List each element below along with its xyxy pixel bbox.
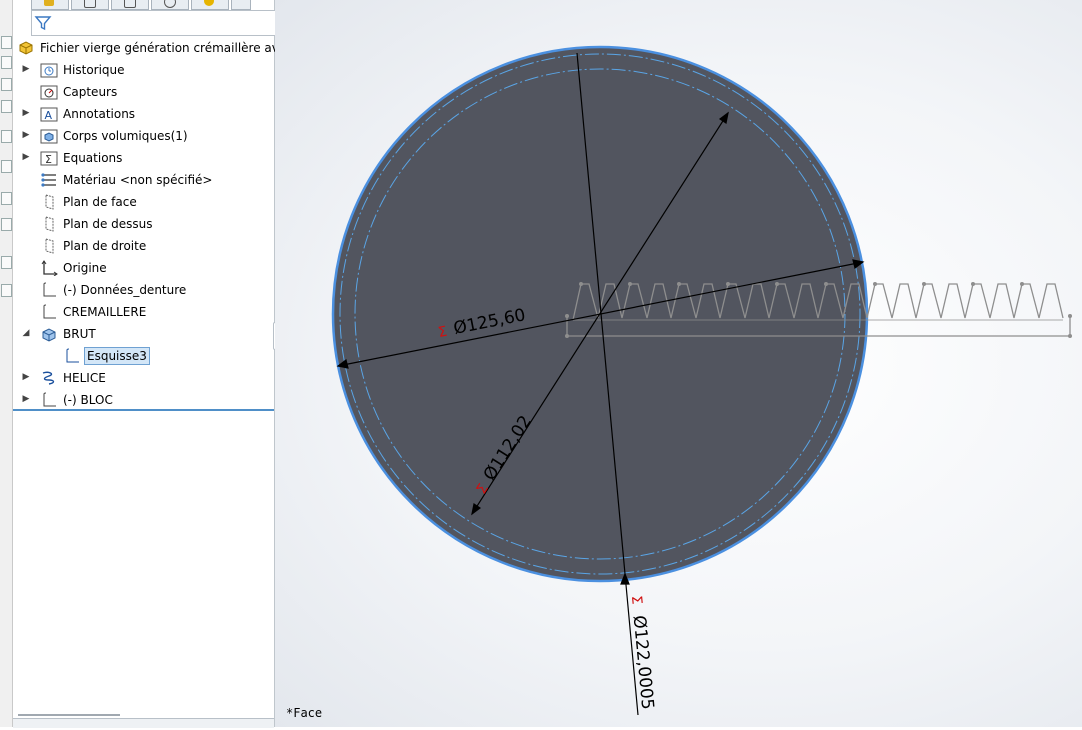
feature-manager-icon	[44, 0, 54, 6]
plane-icon	[45, 194, 54, 210]
svg-text:A: A	[45, 109, 53, 122]
tab-property-manager[interactable]	[71, 0, 109, 10]
plane-icon	[45, 216, 54, 232]
configuration-icon	[124, 0, 136, 8]
expand-arrow-icon[interactable]: ▶	[21, 63, 31, 75]
toolbar-tool-icon[interactable]	[1, 130, 12, 143]
rollback-bar[interactable]	[13, 409, 274, 411]
part-icon	[19, 41, 33, 55]
expand-arrow-icon[interactable]: ▶	[21, 371, 31, 383]
model-view: Σ Ø125,60 Σ Ø112,02 Σ Ø122,0005	[331, 45, 1072, 716]
tree-item-label: Capteurs	[63, 85, 118, 99]
annotation-icon: A	[40, 107, 58, 122]
command-toolbar	[0, 0, 13, 727]
svg-text:Σ: Σ	[45, 153, 52, 166]
sketch-icon	[43, 282, 56, 297]
tree-filter-input[interactable]	[31, 10, 283, 36]
tree-item-bloc[interactable]: ▶ (-) BLOC	[13, 389, 274, 411]
expand-arrow-icon[interactable]: ▶	[21, 393, 31, 405]
tree-item-origine[interactable]: Origine	[13, 257, 274, 279]
tree-item-label: Origine	[63, 261, 107, 275]
equations-icon: Σ	[40, 151, 58, 166]
expand-arrow-icon[interactable]: ▶	[21, 151, 31, 163]
tree-item-label: Matériau <non spécifié>	[63, 173, 213, 187]
tree-item-label: BRUT	[63, 327, 96, 341]
tree-item-label: (-) Données_denture	[63, 283, 187, 297]
tree-root-label: Fichier vierge génération crémaillère av…	[40, 41, 312, 55]
collapse-arrow-icon[interactable]: ◢	[21, 327, 31, 339]
extrude-icon	[42, 328, 56, 342]
tree-item-plan-de-face[interactable]: Plan de face	[13, 191, 274, 213]
tree-item-label: CREMAILLERE	[63, 305, 147, 319]
property-manager-icon	[84, 0, 96, 8]
tree-item-label: Plan de face	[63, 195, 137, 209]
expand-arrow-icon[interactable]: ▶	[21, 107, 31, 119]
toolbar-tool-icon[interactable]	[1, 56, 12, 69]
panel-horizontal-scrollbar[interactable]	[18, 708, 120, 716]
equation-sigma-symbol: Σ	[628, 595, 645, 605]
tab-scroll-right[interactable]	[231, 0, 251, 10]
toolbar-tool-icon[interactable]	[1, 160, 12, 173]
tree-item-materiau[interactable]: Matériau <non spécifié>	[13, 169, 274, 191]
tree-item-helice[interactable]: ▶ HELICE	[13, 367, 274, 389]
material-icon	[41, 173, 56, 187]
panel-tabs	[31, 0, 251, 10]
sketch-icon	[43, 304, 56, 319]
tab-feature-manager[interactable]	[31, 0, 69, 10]
tree-item-label: Historique	[63, 63, 125, 77]
tab-display-manager[interactable]	[191, 0, 229, 10]
tree-item-label: Corps volumiques(1)	[63, 129, 188, 143]
tree-item-historique[interactable]: ▶ Historique	[13, 59, 274, 81]
tree-item-cremaillere[interactable]: CREMAILLERE	[13, 301, 274, 323]
tab-configuration-manager[interactable]	[111, 0, 149, 10]
solid-bodies-icon	[40, 129, 58, 144]
tree-item-label: Annotations	[63, 107, 136, 121]
plane-icon	[45, 238, 54, 254]
tab-dimxpert[interactable]	[151, 0, 189, 10]
tree-item-donnees-denture[interactable]: (-) Données_denture	[13, 279, 274, 301]
dimension-value: Ø122,0005	[629, 615, 658, 711]
dimension-diameter-122[interactable]: Σ Ø122,0005	[627, 595, 657, 711]
graphics-viewport[interactable]: Σ Ø125,60 Σ Ø112,02 Σ Ø122,0005	[275, 0, 1082, 727]
tree-item-equations[interactable]: ▶ Σ Equations	[13, 147, 274, 169]
display-manager-icon	[204, 0, 214, 6]
toolbar-tool-icon[interactable]	[1, 284, 12, 297]
tree-item-annotations[interactable]: ▶ A Annotations	[13, 103, 274, 125]
view-orientation-label: *Face	[286, 706, 323, 720]
history-folder-icon	[40, 63, 58, 78]
tree-item-label: Plan de dessus	[63, 217, 153, 231]
tree-item-esquisse3[interactable]: Esquisse3	[13, 345, 274, 367]
tree-item-brut[interactable]: ◢ BRUT	[13, 323, 274, 345]
toolbar-tool-icon[interactable]	[1, 256, 12, 269]
tree-item-capteurs[interactable]: Capteurs	[13, 81, 274, 103]
sketch-icon	[66, 348, 79, 363]
sensor-icon	[40, 85, 58, 100]
tree-item-label: Plan de droite	[63, 239, 147, 253]
tree-item-plan-de-droite[interactable]: Plan de droite	[13, 235, 274, 257]
feature-manager-panel: Fichier vierge génération crémaillère av…	[13, 0, 312, 728]
expand-arrow-icon[interactable]: ▶	[21, 129, 31, 141]
tree-item-plan-de-dessus[interactable]: Plan de dessus	[13, 213, 274, 235]
tree-item-label: Esquisse3	[84, 347, 150, 365]
toolbar-tool-icon[interactable]	[1, 100, 12, 113]
tree-item-corps-volumiques[interactable]: ▶ Corps volumiques(1)	[13, 125, 274, 147]
dimxpert-icon	[164, 0, 176, 8]
tree-item-label: HELICE	[63, 371, 106, 385]
tree-item-label: (-) BLOC	[63, 393, 113, 407]
toolbar-tool-icon[interactable]	[1, 218, 12, 231]
helix-icon	[42, 371, 55, 385]
tree-root-part[interactable]: Fichier vierge génération crémaillère av…	[13, 37, 312, 59]
origin-icon	[41, 260, 58, 276]
filter-icon	[34, 16, 52, 31]
toolbar-tool-icon[interactable]	[1, 78, 12, 91]
toolbar-tool-icon[interactable]	[1, 192, 12, 205]
sketch-icon	[43, 392, 56, 407]
toolbar-tool-icon[interactable]	[1, 36, 12, 49]
tree-item-label: Equations	[63, 151, 123, 165]
